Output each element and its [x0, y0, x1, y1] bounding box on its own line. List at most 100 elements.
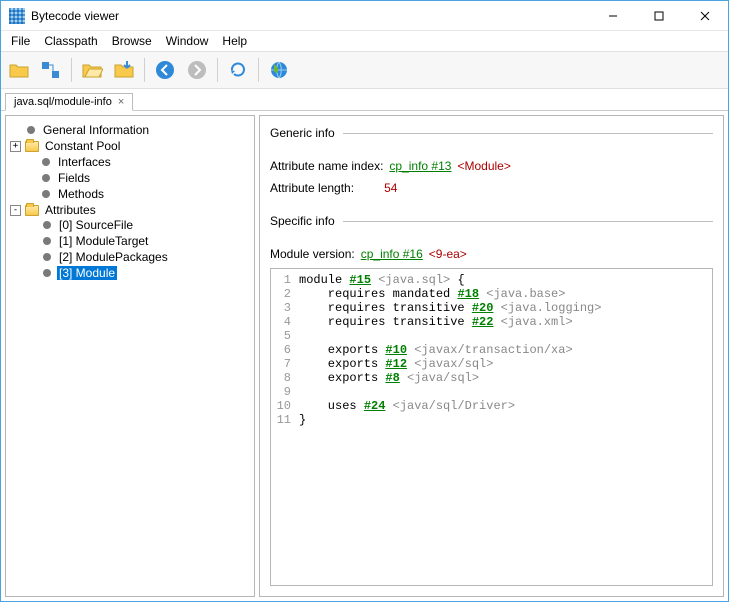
tree-item[interactable]: Interfaces — [10, 155, 250, 169]
app-icon — [9, 8, 25, 24]
close-button[interactable] — [682, 1, 728, 31]
menu-file[interactable]: File — [5, 32, 36, 50]
folder-icon — [25, 141, 39, 152]
tab-label: java.sql/module-info — [14, 96, 112, 108]
bullet-icon — [42, 190, 50, 198]
code-token: <java.base> — [479, 287, 565, 301]
line-number: 11 — [271, 413, 299, 427]
code-token: <javax/sql> — [407, 357, 493, 371]
tree-item[interactable]: [3] Module — [26, 266, 250, 280]
tree-expander[interactable]: + — [10, 141, 21, 152]
tree-item-label: [1] ModuleTarget — [57, 234, 150, 248]
tree-item-label: [2] ModulePackages — [57, 250, 170, 264]
toolbar — [1, 51, 728, 89]
code-box[interactable]: 1module #15 <java.sql> {2 requires manda… — [270, 268, 713, 586]
bullet-icon — [43, 253, 51, 261]
tree-pane[interactable]: General Information + Constant Pool Interfa… — [5, 115, 255, 597]
bullet-icon — [42, 158, 50, 166]
code-token: requires mandated — [299, 287, 457, 301]
tab-close-icon[interactable]: × — [118, 96, 124, 108]
code-line: 2 requires mandated #18 <java.base> — [271, 287, 712, 301]
code-line: 11} — [271, 413, 712, 427]
attribute-name-row: Attribute name index: cp_info #13 <Modul… — [270, 158, 713, 174]
module-version-row: Module version: cp_info #16 <9-ea> — [270, 246, 713, 262]
tree-item-label: Interfaces — [56, 155, 113, 169]
code-token: exports — [299, 371, 385, 385]
code-line: 7 exports #12 <javax/sql> — [271, 357, 712, 371]
line-number: 5 — [271, 329, 299, 343]
code-token: module — [299, 273, 349, 287]
tree-item[interactable]: [2] ModulePackages — [26, 250, 250, 264]
client-area: General Information + Constant Pool Interfa… — [1, 111, 728, 601]
constant-ref-link[interactable]: #8 — [385, 371, 399, 385]
bullet-icon — [27, 126, 35, 134]
minimize-button[interactable] — [590, 1, 636, 31]
forward-button[interactable] — [183, 56, 211, 84]
constant-ref-link[interactable]: #24 — [364, 399, 386, 413]
line-number: 3 — [271, 301, 299, 315]
save-button[interactable] — [110, 56, 138, 84]
tree-item[interactable]: + Constant Pool — [10, 139, 250, 153]
bullet-icon — [42, 174, 50, 182]
tree-item[interactable]: General Information — [10, 123, 250, 137]
generic-info-header: Generic info — [270, 126, 713, 140]
tree-item[interactable]: -Attributes — [10, 203, 250, 217]
open-file-button[interactable] — [5, 56, 33, 84]
back-button[interactable] — [151, 56, 179, 84]
specific-info-header: Specific info — [270, 214, 713, 228]
constant-ref-link[interactable]: #12 — [385, 357, 407, 371]
tab-module-info[interactable]: java.sql/module-info × — [5, 93, 133, 111]
tree-item-label: Methods — [56, 187, 106, 201]
tree-item-label: Constant Pool — [43, 139, 122, 153]
constant-ref-link[interactable]: #22 — [472, 315, 494, 329]
bullet-icon — [43, 221, 51, 229]
code-token: exports — [299, 343, 385, 357]
maximize-button[interactable] — [636, 1, 682, 31]
menu-browse[interactable]: Browse — [106, 32, 158, 50]
tree-expander[interactable]: - — [10, 205, 21, 216]
window-title: Bytecode viewer — [31, 9, 119, 23]
line-number: 4 — [271, 315, 299, 329]
tree-item[interactable]: [1] ModuleTarget — [26, 234, 250, 248]
tree-item[interactable]: [0] SourceFile — [26, 218, 250, 232]
menu-classpath[interactable]: Classpath — [38, 32, 103, 50]
line-number: 8 — [271, 371, 299, 385]
code-line: 3 requires transitive #20 <java.logging> — [271, 301, 712, 315]
code-line: 9 — [271, 385, 712, 399]
code-token: <java.logging> — [493, 301, 601, 315]
code-token: <javax/transaction/xa> — [407, 343, 573, 357]
folder-icon — [25, 205, 39, 216]
code-line: 4 requires transitive #22 <java.xml> — [271, 315, 712, 329]
tree-item[interactable]: Fields — [10, 171, 250, 185]
constant-ref-link[interactable]: #10 — [385, 343, 407, 357]
constant-ref-link[interactable]: #20 — [472, 301, 494, 315]
tree-item-label: General Information — [41, 123, 151, 137]
menu-window[interactable]: Window — [160, 32, 215, 50]
attribute-length-row: Attribute length: 54 — [270, 180, 713, 196]
line-number: 7 — [271, 357, 299, 371]
attr-name-link[interactable]: cp_info #13 — [389, 159, 451, 173]
code-token: <java.sql> — [371, 273, 450, 287]
detail-pane: Generic info Attribute name index: cp_in… — [259, 115, 724, 597]
open-folder-button[interactable] — [78, 56, 106, 84]
menu-help[interactable]: Help — [216, 32, 253, 50]
menubar: File Classpath Browse Window Help — [1, 31, 728, 51]
module-version-link[interactable]: cp_info #16 — [361, 247, 423, 261]
code-token: uses — [299, 399, 364, 413]
line-number: 10 — [271, 399, 299, 413]
code-token: } — [299, 413, 306, 427]
constant-ref-link[interactable]: #15 — [349, 273, 371, 287]
tree-item[interactable]: Methods — [10, 187, 250, 201]
line-number: 1 — [271, 273, 299, 287]
code-token: requires transitive — [299, 315, 472, 329]
tabstrip: java.sql/module-info × — [1, 89, 728, 111]
web-button[interactable] — [265, 56, 293, 84]
reload-button[interactable] — [224, 56, 252, 84]
code-line: 8 exports #8 <java/sql> — [271, 371, 712, 385]
tree-item-label: [0] SourceFile — [57, 218, 135, 232]
compare-button[interactable] — [37, 56, 65, 84]
code-line: 10 uses #24 <java/sql/Driver> — [271, 399, 712, 413]
code-token: <java/sql/Driver> — [385, 399, 515, 413]
code-line: 6 exports #10 <javax/transaction/xa> — [271, 343, 712, 357]
constant-ref-link[interactable]: #18 — [457, 287, 479, 301]
